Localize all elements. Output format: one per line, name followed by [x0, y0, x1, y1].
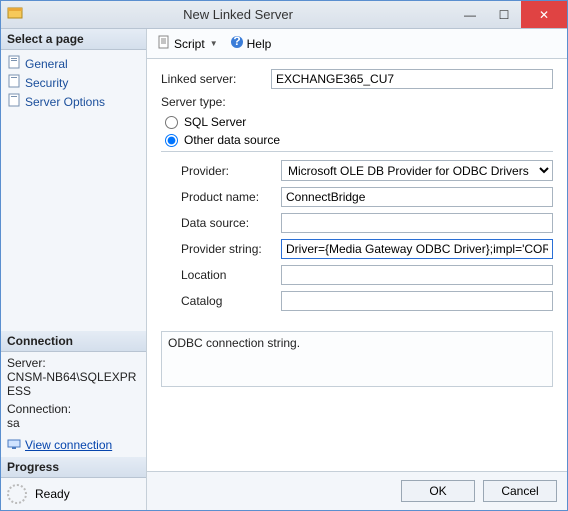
close-button[interactable]: ✕ — [521, 1, 567, 28]
connection-label: Connection: — [7, 402, 140, 416]
chevron-down-icon: ▼ — [210, 39, 218, 48]
cancel-button[interactable]: Cancel — [483, 480, 557, 502]
sidebar: Select a page General Security Server Op… — [1, 29, 147, 510]
linked-server-label: Linked server: — [161, 72, 271, 86]
help-button[interactable]: ? Help — [226, 33, 276, 54]
provider-select[interactable]: Microsoft OLE DB Provider for ODBC Drive… — [281, 160, 553, 181]
radio-other-source[interactable] — [165, 134, 178, 147]
window-title: New Linked Server — [23, 7, 453, 22]
server-label: Server: — [7, 356, 140, 370]
location-label: Location — [181, 268, 281, 282]
app-icon — [7, 5, 23, 24]
progress-status: Ready — [35, 487, 70, 501]
page-icon — [7, 93, 21, 110]
toolbar: Script ▼ ? Help — [147, 29, 567, 59]
page-icon — [7, 74, 21, 91]
hint-box: ODBC connection string. — [161, 331, 553, 387]
select-page-header: Select a page — [1, 29, 146, 50]
ok-button[interactable]: OK — [401, 480, 475, 502]
sidebar-item-server-options[interactable]: Server Options — [3, 92, 144, 111]
maximize-button[interactable]: ☐ — [487, 1, 521, 28]
view-connection-link[interactable]: View connection — [25, 438, 112, 452]
connection-value: sa — [7, 416, 140, 430]
connection-icon — [7, 436, 21, 453]
server-type-label: Server type: — [161, 95, 271, 109]
page-icon — [7, 55, 21, 72]
progress-spinner-icon — [7, 484, 27, 504]
product-name-input[interactable] — [281, 187, 553, 207]
server-value: CNSM-NB64\SQLEXPRESS — [7, 370, 140, 398]
script-icon — [157, 35, 171, 52]
radio-sql-server[interactable] — [165, 116, 178, 129]
sidebar-item-general[interactable]: General — [3, 54, 144, 73]
sidebar-item-security[interactable]: Security — [3, 73, 144, 92]
product-name-label: Product name: — [181, 190, 281, 204]
provider-string-input[interactable] — [281, 239, 553, 259]
sidebar-item-label: Server Options — [25, 95, 105, 109]
radio-sql-label: SQL Server — [184, 115, 246, 129]
minimize-button[interactable]: — — [453, 1, 487, 28]
provider-string-label: Provider string: — [181, 242, 281, 256]
titlebar: New Linked Server — ☐ ✕ — [1, 1, 567, 29]
help-icon: ? — [230, 35, 244, 52]
svg-text:?: ? — [233, 35, 240, 48]
catalog-label: Catalog — [181, 294, 281, 308]
radio-other-label: Other data source — [184, 133, 280, 147]
provider-label: Provider: — [181, 164, 281, 178]
location-input[interactable] — [281, 265, 553, 285]
data-source-label: Data source: — [181, 216, 281, 230]
sidebar-item-label: Security — [25, 76, 68, 90]
script-button[interactable]: Script ▼ — [153, 33, 222, 54]
catalog-input[interactable] — [281, 291, 553, 311]
connection-header: Connection — [1, 331, 146, 352]
linked-server-input[interactable] — [271, 69, 553, 89]
progress-header: Progress — [1, 457, 146, 478]
sidebar-item-label: General — [25, 57, 68, 71]
data-source-input[interactable] — [281, 213, 553, 233]
